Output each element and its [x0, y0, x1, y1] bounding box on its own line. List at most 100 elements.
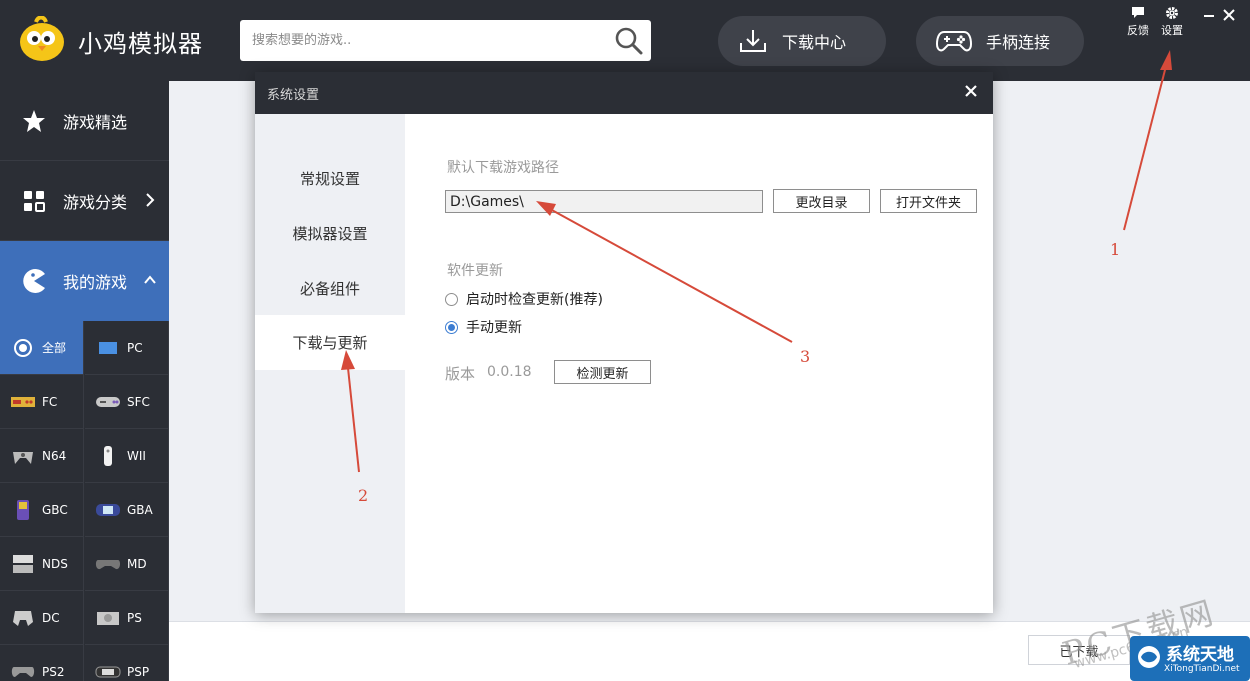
menu-item-download-update[interactable]: 下载与更新 — [255, 315, 405, 370]
settings-button[interactable]: 设置 — [1156, 6, 1188, 40]
platform-label: PC — [127, 340, 143, 355]
watermark-logo-subtitle: XiTongTianDi.net — [1164, 664, 1240, 674]
menu-item-emulator[interactable]: 模拟器设置 — [255, 206, 405, 261]
top-bar: 小鸡模拟器 下载中心 手柄连接 反馈 — [0, 0, 1250, 81]
version-value: 0.0.18 — [487, 364, 532, 380]
platform-label: PS2 — [42, 664, 65, 679]
open-folder-button[interactable]: 打开文件夹 — [880, 189, 977, 213]
dialog-header: 系统设置 — [255, 72, 993, 114]
download-center-button[interactable]: 下载中心 — [718, 16, 886, 66]
platform-label: MD — [127, 556, 147, 571]
gamepad-connect-label: 手柄连接 — [986, 33, 1051, 52]
platform-dc[interactable]: DC — [0, 591, 84, 645]
sidebar-item-label: 我的游戏 — [63, 273, 128, 292]
settings-menu: 常规设置 模拟器设置 必备组件 下载与更新 — [255, 114, 405, 613]
gamepad-icon — [936, 31, 972, 52]
platform-label: PS — [127, 610, 142, 625]
close-icon[interactable] — [963, 83, 979, 99]
sidebar-item-label: 游戏精选 — [63, 112, 128, 132]
settings-label: 设置 — [1161, 24, 1183, 37]
psp-handheld-icon — [95, 661, 121, 681]
search-icon[interactable] — [613, 25, 645, 57]
platform-label: 全部 — [42, 341, 67, 355]
radio-button[interactable] — [445, 292, 458, 306]
md-controller-icon — [95, 553, 121, 575]
feedback-button[interactable]: 反馈 — [1122, 6, 1154, 40]
watermark-logo-title: 系统天地 — [1166, 645, 1234, 665]
app-title: 小鸡模拟器 — [78, 30, 203, 58]
platform-nds[interactable]: NDS — [0, 537, 84, 591]
platform-label: NDS — [42, 556, 68, 571]
pacman-icon — [21, 268, 47, 294]
platform-fc[interactable]: FC — [0, 375, 84, 429]
globe-icon — [1138, 646, 1160, 668]
dc-controller-icon — [10, 607, 36, 629]
check-update-button[interactable]: 检测更新 — [554, 360, 651, 384]
platform-wii[interactable]: WII — [85, 429, 169, 483]
platform-psp[interactable]: PSP — [85, 645, 169, 681]
platform-label: FC — [42, 394, 58, 409]
update-option-label: 启动时检查更新(推荐) — [466, 292, 603, 308]
menu-item-components[interactable]: 必备组件 — [255, 261, 405, 316]
minimize-icon[interactable] — [1200, 6, 1218, 24]
feedback-label: 反馈 — [1127, 24, 1149, 37]
n64-controller-icon — [10, 445, 36, 467]
chick-logo-icon — [20, 16, 64, 61]
gbc-handheld-icon — [10, 499, 36, 521]
star-icon — [21, 108, 47, 134]
platform-all[interactable]: 全部 — [0, 321, 84, 375]
gear-icon — [1166, 7, 1178, 19]
ps-console-icon — [95, 607, 121, 629]
chevron-right-icon — [146, 193, 155, 207]
annotation-number-2: 2 — [358, 486, 369, 505]
update-option-label: 手动更新 — [466, 320, 522, 336]
software-update-label: 软件更新 — [447, 263, 503, 279]
wii-remote-icon — [95, 445, 121, 467]
system-settings-dialog: 系统设置 常规设置 模拟器设置 必备组件 下载与更新 默认下载游戏路径 更改目录… — [255, 72, 993, 613]
platform-sfc[interactable]: SFC — [85, 375, 169, 429]
change-directory-button[interactable]: 更改目录 — [773, 189, 870, 213]
platform-n64[interactable]: N64 — [0, 429, 84, 483]
gamepad-connect-button[interactable]: 手柄连接 — [916, 16, 1084, 66]
fc-console-icon — [10, 391, 36, 413]
close-icon[interactable] — [1220, 6, 1238, 24]
menu-item-general[interactable]: 常规设置 — [255, 151, 405, 206]
platform-ps[interactable]: PS — [85, 591, 169, 645]
platform-ps2[interactable]: PS2 — [0, 645, 84, 681]
update-option-auto[interactable]: 启动时检查更新(推荐) — [445, 289, 603, 309]
download-icon — [740, 30, 766, 52]
ps2-controller-icon — [10, 661, 36, 681]
radio-button-selected[interactable] — [445, 320, 458, 334]
platform-label: N64 — [42, 448, 67, 463]
sidebar-item-my-games[interactable]: 我的游戏 — [0, 241, 169, 321]
platform-pc[interactable]: PC — [85, 321, 169, 375]
update-option-manual[interactable]: 手动更新 — [445, 317, 522, 337]
settings-panel: 默认下载游戏路径 更改目录 打开文件夹 软件更新 启动时检查更新(推荐) 手动更… — [405, 114, 993, 613]
platform-label: DC — [42, 610, 60, 625]
watermark-logo: 系统天地 XiTongTianDi.net — [1130, 636, 1250, 681]
download-path-label: 默认下载游戏路径 — [447, 160, 559, 176]
platform-label: WII — [127, 448, 146, 463]
platform-label: PSP — [127, 664, 150, 679]
sidebar-item-featured[interactable]: 游戏精选 — [0, 81, 169, 161]
target-icon — [10, 337, 36, 359]
platform-label: GBC — [42, 502, 68, 517]
annotation-number-3: 3 — [800, 347, 811, 366]
platform-md[interactable]: MD — [85, 537, 169, 591]
version-label: 版本 — [445, 365, 476, 383]
platform-gba[interactable]: GBA — [85, 483, 169, 537]
sidebar-item-category[interactable]: 游戏分类 — [0, 161, 169, 241]
feedback-icon — [1132, 7, 1144, 18]
sfc-controller-icon — [95, 391, 121, 413]
platform-gbc[interactable]: GBC — [0, 483, 84, 537]
download-center-label: 下载中心 — [782, 33, 847, 52]
platform-label: SFC — [127, 394, 150, 409]
chevron-up-icon — [144, 275, 156, 284]
search-box — [240, 20, 651, 61]
search-input[interactable] — [240, 20, 600, 61]
sidebar-item-label: 游戏分类 — [63, 192, 128, 212]
monitor-icon — [95, 337, 121, 359]
sidebar: 游戏精选 游戏分类 我的游戏 全部 PC FC SFC N64 WII GBC … — [0, 81, 169, 681]
dialog-title: 系统设置 — [267, 88, 320, 103]
download-path-field[interactable] — [445, 190, 763, 213]
